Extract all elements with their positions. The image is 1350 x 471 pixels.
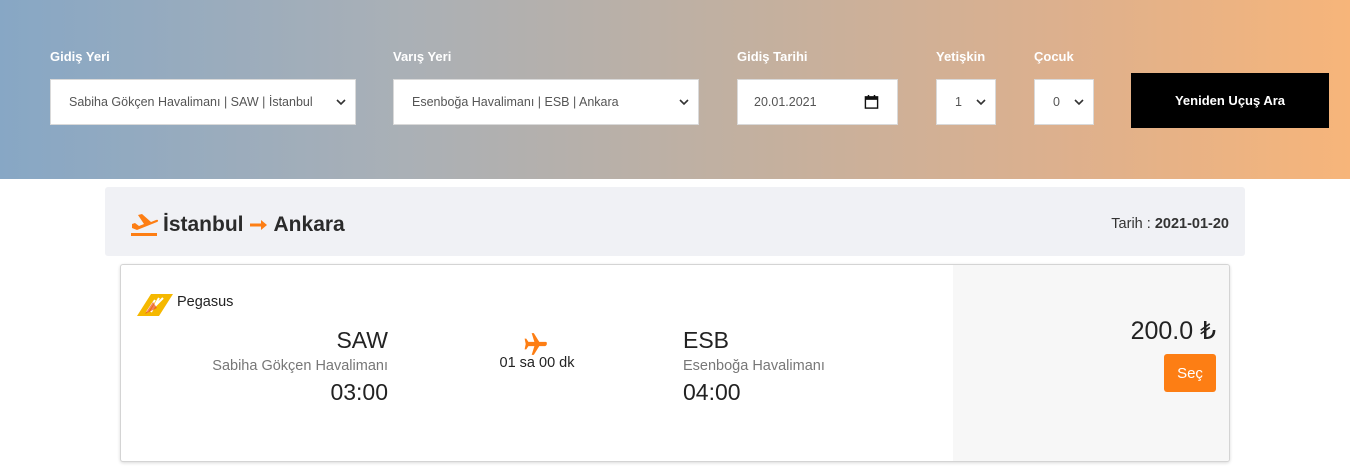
route-date-label: Tarih : bbox=[1111, 216, 1151, 232]
route-from-city: İstanbul bbox=[163, 213, 244, 236]
destination-value: Esenboğa Havalimanı | ESB | Ankara bbox=[412, 95, 619, 109]
airline-name: Pegasus bbox=[177, 294, 234, 310]
arrival-airport: Esenboğa Havalimanı bbox=[683, 358, 825, 374]
search-panel: Gidiş Yeri Sabiha Gökçen Havalimanı | SA… bbox=[0, 0, 1350, 179]
adult-value: 1 bbox=[955, 95, 962, 109]
route-header: İstanbul Ankara Tarih : 2021-01-20 bbox=[105, 187, 1245, 256]
plane-takeoff-icon bbox=[131, 214, 159, 236]
route-date: Tarih : 2021-01-20 bbox=[1111, 216, 1229, 232]
origin-value: Sabiha Gökçen Havalimanı | SAW | İstanbu… bbox=[69, 95, 313, 109]
adult-select[interactable]: 1 bbox=[936, 79, 996, 125]
date-input[interactable]: 20.01.2021 bbox=[737, 79, 898, 125]
route-title: İstanbul Ankara bbox=[163, 213, 345, 237]
chevron-down-icon bbox=[1074, 99, 1084, 106]
chevron-down-icon bbox=[976, 99, 986, 106]
select-flight-button[interactable]: Seç bbox=[1164, 354, 1216, 392]
calendar-icon[interactable] bbox=[864, 94, 879, 110]
date-label: Gidiş Tarihi bbox=[737, 49, 808, 64]
departure-code: SAW bbox=[336, 327, 388, 353]
flight-duration: 01 sa 00 dk bbox=[499, 355, 575, 371]
plane-icon bbox=[524, 333, 547, 355]
adult-label: Yetişkin bbox=[936, 49, 986, 64]
arrival-code: ESB bbox=[683, 327, 730, 353]
origin-label: Gidiş Yeri bbox=[50, 49, 110, 64]
destination-select[interactable]: Esenboğa Havalimanı | ESB | Ankara bbox=[393, 79, 699, 125]
chevron-down-icon bbox=[336, 99, 346, 106]
route-to-city: Ankara bbox=[273, 213, 345, 236]
arrival-time: 04:00 bbox=[683, 379, 741, 405]
departure-airport: Sabiha Gökçen Havalimanı bbox=[212, 358, 388, 374]
flight-price: 200.0 ₺ bbox=[1130, 317, 1216, 345]
price-panel: 200.0 ₺ Seç bbox=[953, 265, 1229, 461]
date-value: 20.01.2021 bbox=[754, 95, 817, 109]
departure-time: 03:00 bbox=[330, 379, 388, 405]
search-again-button[interactable]: Yeniden Uçuş Ara bbox=[1131, 73, 1329, 128]
child-value: 0 bbox=[1053, 95, 1060, 109]
child-label: Çocuk bbox=[1034, 49, 1074, 64]
arrow-right-icon bbox=[249, 220, 267, 230]
origin-select[interactable]: Sabiha Gökçen Havalimanı | SAW | İstanbu… bbox=[50, 79, 356, 125]
flight-card: Pegasus SAW Sabiha Gökçen Havalimanı 03:… bbox=[120, 264, 1230, 462]
pegasus-logo bbox=[137, 294, 173, 316]
destination-label: Varış Yeri bbox=[393, 49, 452, 64]
child-select[interactable]: 0 bbox=[1034, 79, 1094, 125]
chevron-down-icon bbox=[679, 99, 689, 106]
route-date-value: 2021-01-20 bbox=[1154, 216, 1229, 232]
